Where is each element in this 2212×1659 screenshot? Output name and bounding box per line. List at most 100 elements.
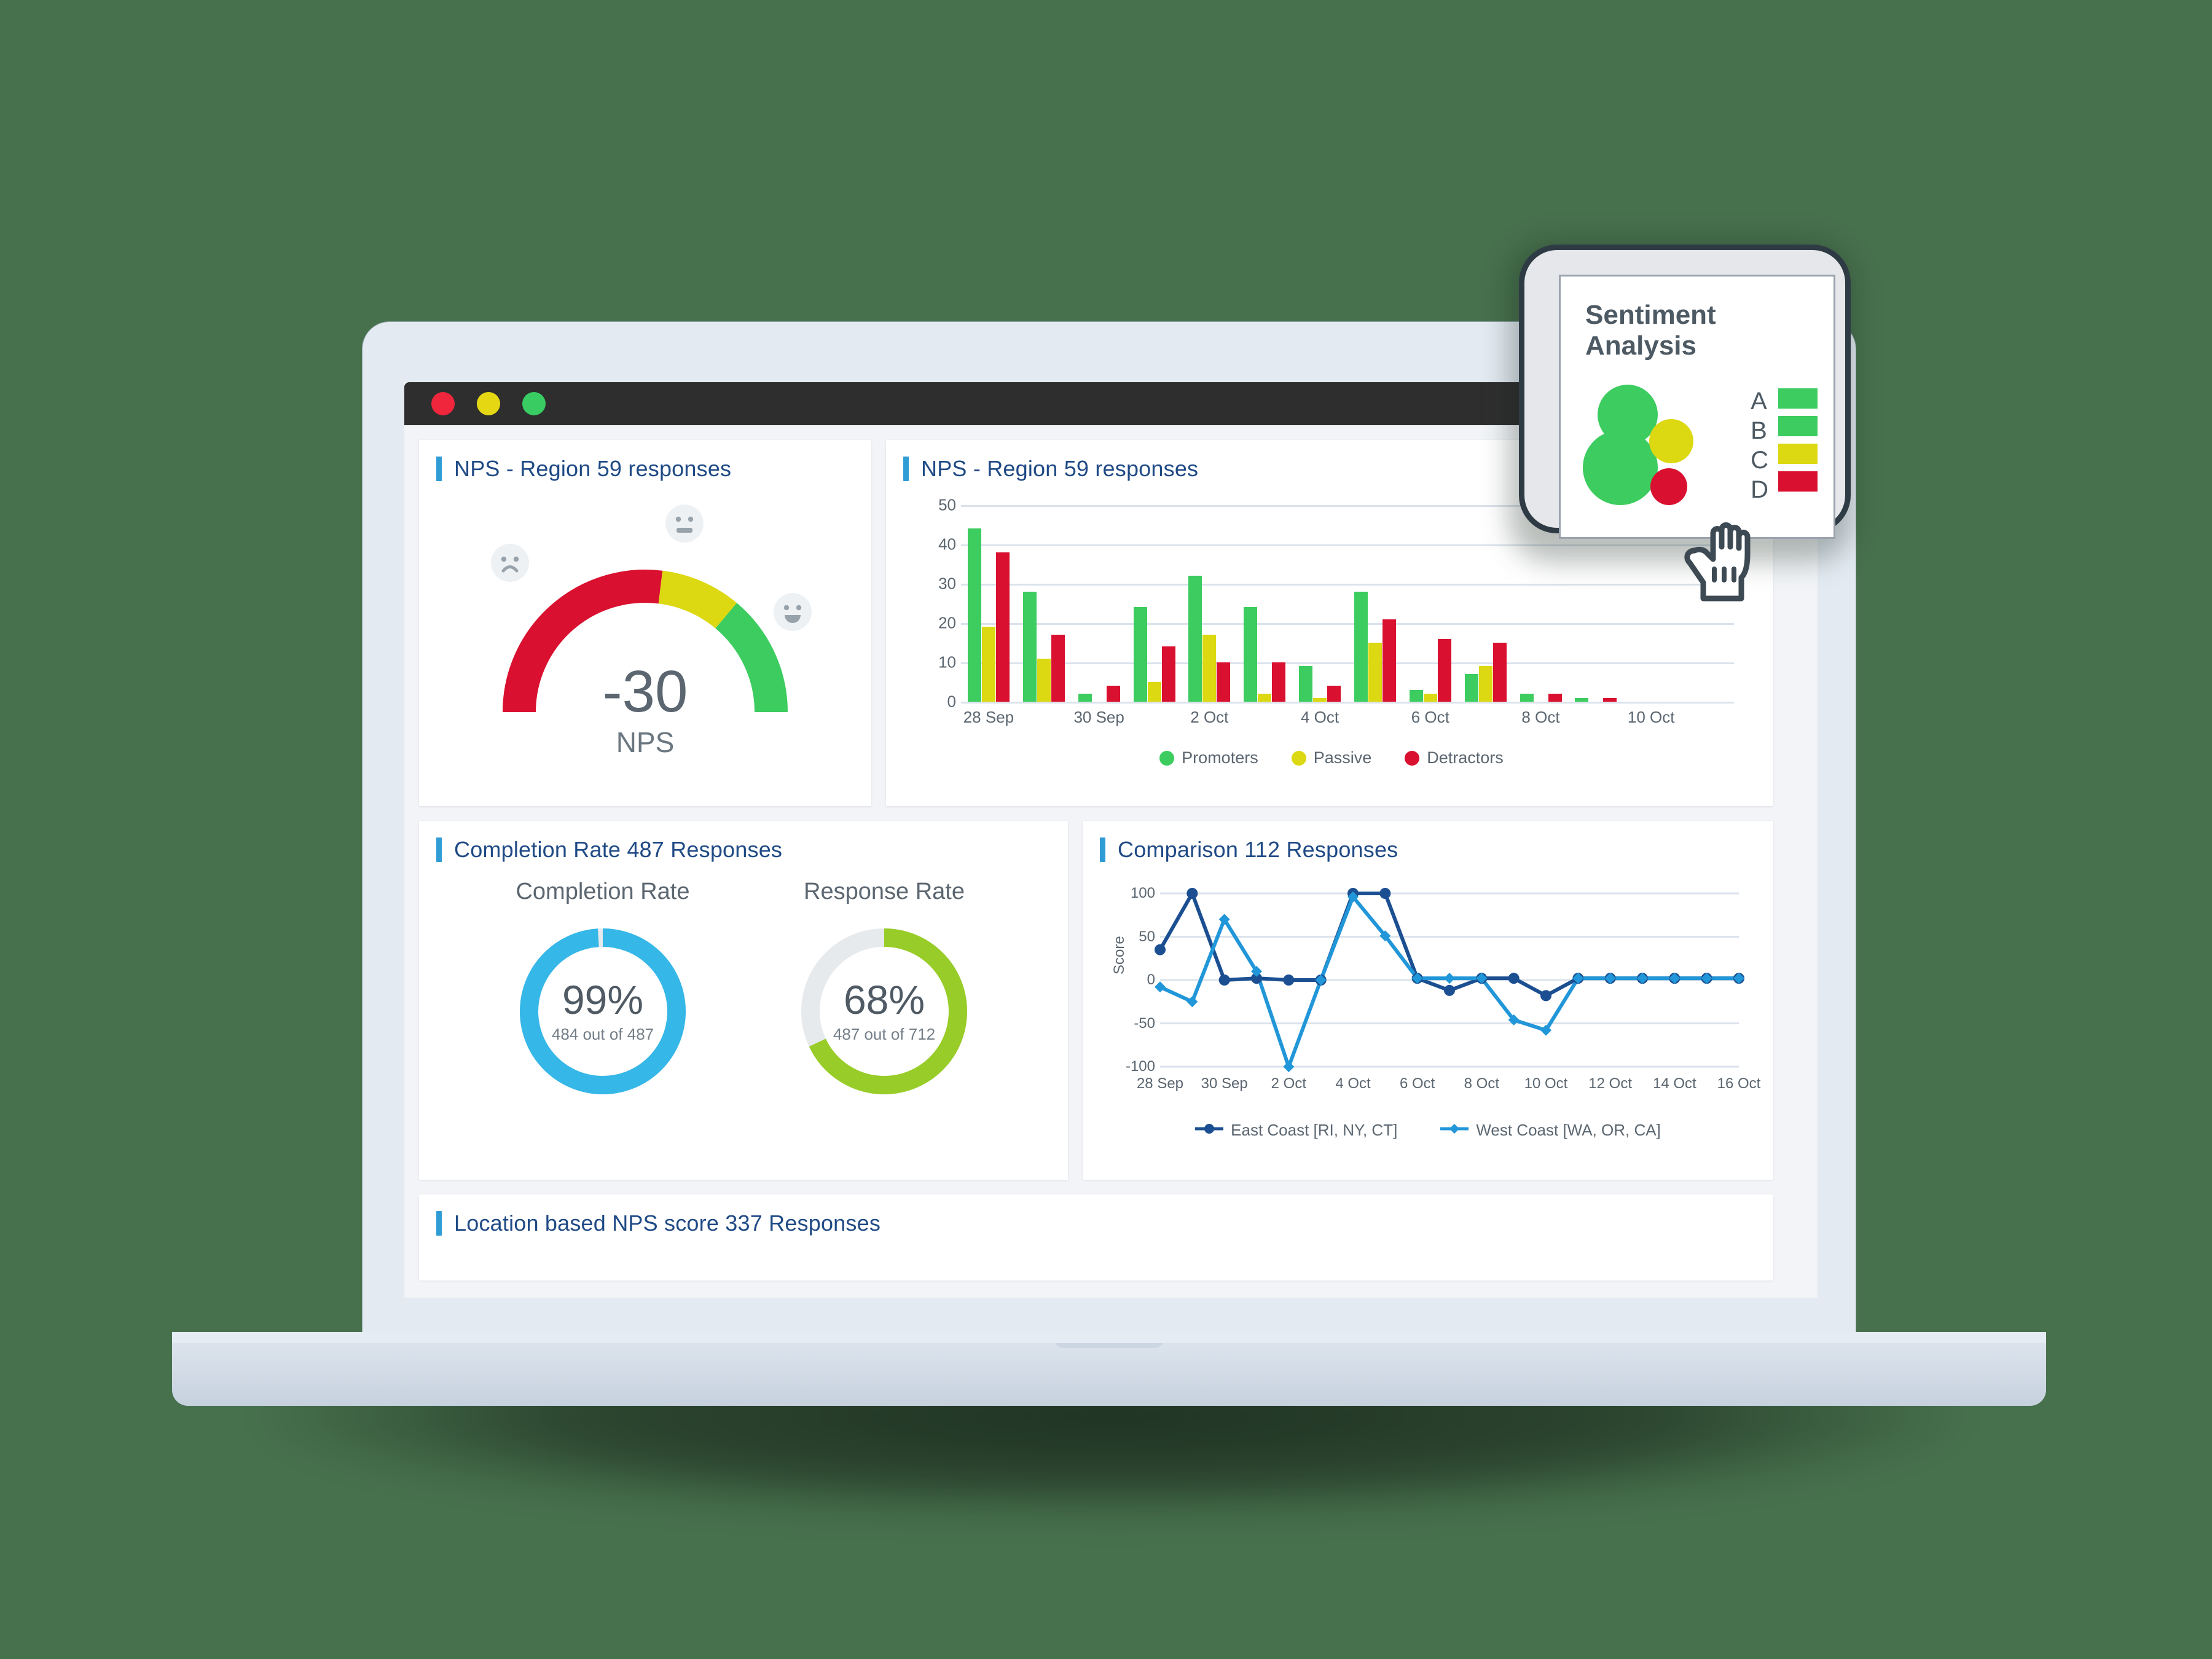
card-title-text: NPS - Region 59 responses xyxy=(454,456,732,481)
comparison-line-chart: Score -100 -50 0 50 100 28 Sep 30 Sep 2 Oct 4 O… xyxy=(1107,882,1760,1153)
legend-label: West Coast [WA, OR, CA] xyxy=(1476,1121,1661,1139)
close-button[interactable] xyxy=(431,392,455,415)
bar-detractors[interactable] xyxy=(1603,697,1617,702)
bar-group[interactable] xyxy=(1016,505,1072,702)
bar-group[interactable] xyxy=(1127,505,1182,702)
bar-detractors[interactable] xyxy=(1382,619,1396,702)
bar-group[interactable] xyxy=(1182,505,1237,702)
accent-bar xyxy=(436,837,442,862)
bar-detractors[interactable] xyxy=(1437,638,1451,702)
card-location-nps[interactable]: Location based NPS score 337 Responses xyxy=(419,1194,1773,1281)
legend-item[interactable]: Promoters xyxy=(1159,748,1258,767)
sentiment-analysis-title: Sentiment Analysis xyxy=(1585,300,1716,361)
sentiment-title-line1: Sentiment xyxy=(1585,300,1716,330)
bar-group[interactable] xyxy=(1458,505,1513,702)
donut-percent: 68% xyxy=(843,976,925,1022)
maximize-button[interactable] xyxy=(522,392,546,415)
bar-promoters[interactable] xyxy=(1299,666,1313,702)
legend-marker-icon xyxy=(1195,1123,1224,1138)
legend-item[interactable]: Passive xyxy=(1291,748,1371,767)
bar-detractors[interactable] xyxy=(1272,662,1286,702)
legend-item[interactable]: East Coast [RI, NY, CT] xyxy=(1195,1121,1397,1140)
bar-promoters[interactable] xyxy=(1464,674,1478,702)
bar-promoters[interactable] xyxy=(1520,694,1534,702)
legend-item[interactable]: West Coast [WA, OR, CA] xyxy=(1440,1121,1661,1140)
bar-group[interactable] xyxy=(1072,505,1127,702)
bar-group[interactable] xyxy=(1347,505,1403,702)
donut-block: Response Rate 68% 487 out of 712 xyxy=(795,879,973,1167)
sentiment-legend-swatch xyxy=(1778,471,1818,492)
line-chart-plot xyxy=(1155,888,1744,1072)
bar-passive[interactable] xyxy=(981,627,995,702)
donut-chart[interactable]: 68% 487 out of 712 xyxy=(795,922,973,1100)
card-header: Location based NPS score 337 Responses xyxy=(419,1194,1773,1236)
line-x-tick: 6 Oct xyxy=(1399,1075,1435,1092)
line-x-tick: 2 Oct xyxy=(1271,1075,1307,1092)
card-header: Completion Rate 487 Responses xyxy=(419,821,1068,863)
bar-promoters[interactable] xyxy=(1409,689,1423,702)
donut-chart[interactable]: 99% 484 out of 487 xyxy=(514,922,692,1100)
grab-hand-cursor-icon xyxy=(1684,522,1751,602)
card-nps-gauge[interactable]: NPS - Region 59 responses -30 NPS xyxy=(419,440,871,806)
bar-detractors[interactable] xyxy=(995,552,1010,702)
bar-detractors[interactable] xyxy=(1051,635,1065,702)
donut-readout: 99% 484 out of 487 xyxy=(514,922,692,1100)
bar-passive[interactable] xyxy=(1423,694,1437,702)
bar-promoters[interactable] xyxy=(1244,607,1258,702)
line-y-tick: -100 xyxy=(1125,1058,1155,1075)
card-title-text: Comparison 112 Responses xyxy=(1118,837,1398,862)
bar-y-tick: 20 xyxy=(938,613,956,632)
bar-passive[interactable] xyxy=(1258,694,1272,702)
bar-group[interactable] xyxy=(1403,505,1458,702)
legend-marker-icon xyxy=(1440,1123,1469,1138)
bar-promoters[interactable] xyxy=(1188,576,1202,702)
line-x-tick: 8 Oct xyxy=(1464,1075,1500,1092)
bar-promoters[interactable] xyxy=(1354,591,1368,702)
legend-item[interactable]: Detractors xyxy=(1405,748,1504,767)
sentiment-legend-letter: B xyxy=(1751,417,1767,444)
minimize-button[interactable] xyxy=(477,392,500,415)
card-comparison[interactable]: Comparison 112 Responses Score -100 -50 0 5… xyxy=(1083,821,1773,1180)
bar-group[interactable] xyxy=(961,505,1016,702)
sentiment-analysis-panel[interactable]: Sentiment Analysis ABCD xyxy=(1559,275,1835,539)
gauge-value: -30 xyxy=(602,659,688,724)
legend-label: Promoters xyxy=(1182,748,1258,767)
bar-passive[interactable] xyxy=(1037,658,1051,702)
bar-detractors[interactable] xyxy=(1548,694,1562,702)
neutral-face-icon xyxy=(665,504,704,543)
bar-chart-x-axis: 28 Sep 30 Sep 2 Oct 4 Oct 6 Oct 8 Oct 10 Oct xyxy=(961,708,1734,732)
bar-detractors[interactable] xyxy=(1327,686,1341,702)
donut-caption: Response Rate xyxy=(804,879,965,904)
card-completion-rate[interactable]: Completion Rate 487 Responses Completion… xyxy=(419,821,1068,1180)
sentiment-legend-letter: A xyxy=(1751,388,1767,415)
bar-promoters[interactable] xyxy=(967,528,981,702)
bar-promoters[interactable] xyxy=(1133,607,1147,702)
gridline xyxy=(961,702,1734,704)
bar-detractors[interactable] xyxy=(1217,662,1231,702)
bar-promoters[interactable] xyxy=(1575,697,1589,702)
bar-detractors[interactable] xyxy=(1161,646,1175,702)
bar-passive[interactable] xyxy=(1147,682,1161,702)
accent-bar xyxy=(436,457,442,481)
line-y-tick: 0 xyxy=(1147,971,1155,988)
bar-passive[interactable] xyxy=(1478,666,1492,702)
bar-x-tick: 6 Oct xyxy=(1411,708,1449,726)
gauge-unit: NPS xyxy=(616,726,675,759)
bar-passive[interactable] xyxy=(1202,635,1217,702)
bar-chart-legend: Promoters Passive Detractors xyxy=(923,748,1740,767)
line-y-tick: 100 xyxy=(1130,885,1155,901)
bar-group[interactable] xyxy=(1292,505,1347,702)
bar-group[interactable] xyxy=(1237,505,1292,702)
bar-promoters[interactable] xyxy=(1078,694,1092,702)
bar-passive[interactable] xyxy=(1313,697,1327,702)
bar-detractors[interactable] xyxy=(1492,643,1507,702)
sentiment-legend-swatch xyxy=(1778,388,1818,409)
accent-bar xyxy=(903,457,909,481)
accent-bar xyxy=(1100,837,1105,862)
bar-chart-y-axis: 0 10 20 30 40 50 xyxy=(923,496,961,711)
bar-y-tick: 50 xyxy=(938,495,956,514)
bar-detractors[interactable] xyxy=(1106,686,1120,702)
laptop-base xyxy=(172,1332,2046,1406)
bar-passive[interactable] xyxy=(1368,643,1382,702)
bar-promoters[interactable] xyxy=(1022,591,1037,702)
